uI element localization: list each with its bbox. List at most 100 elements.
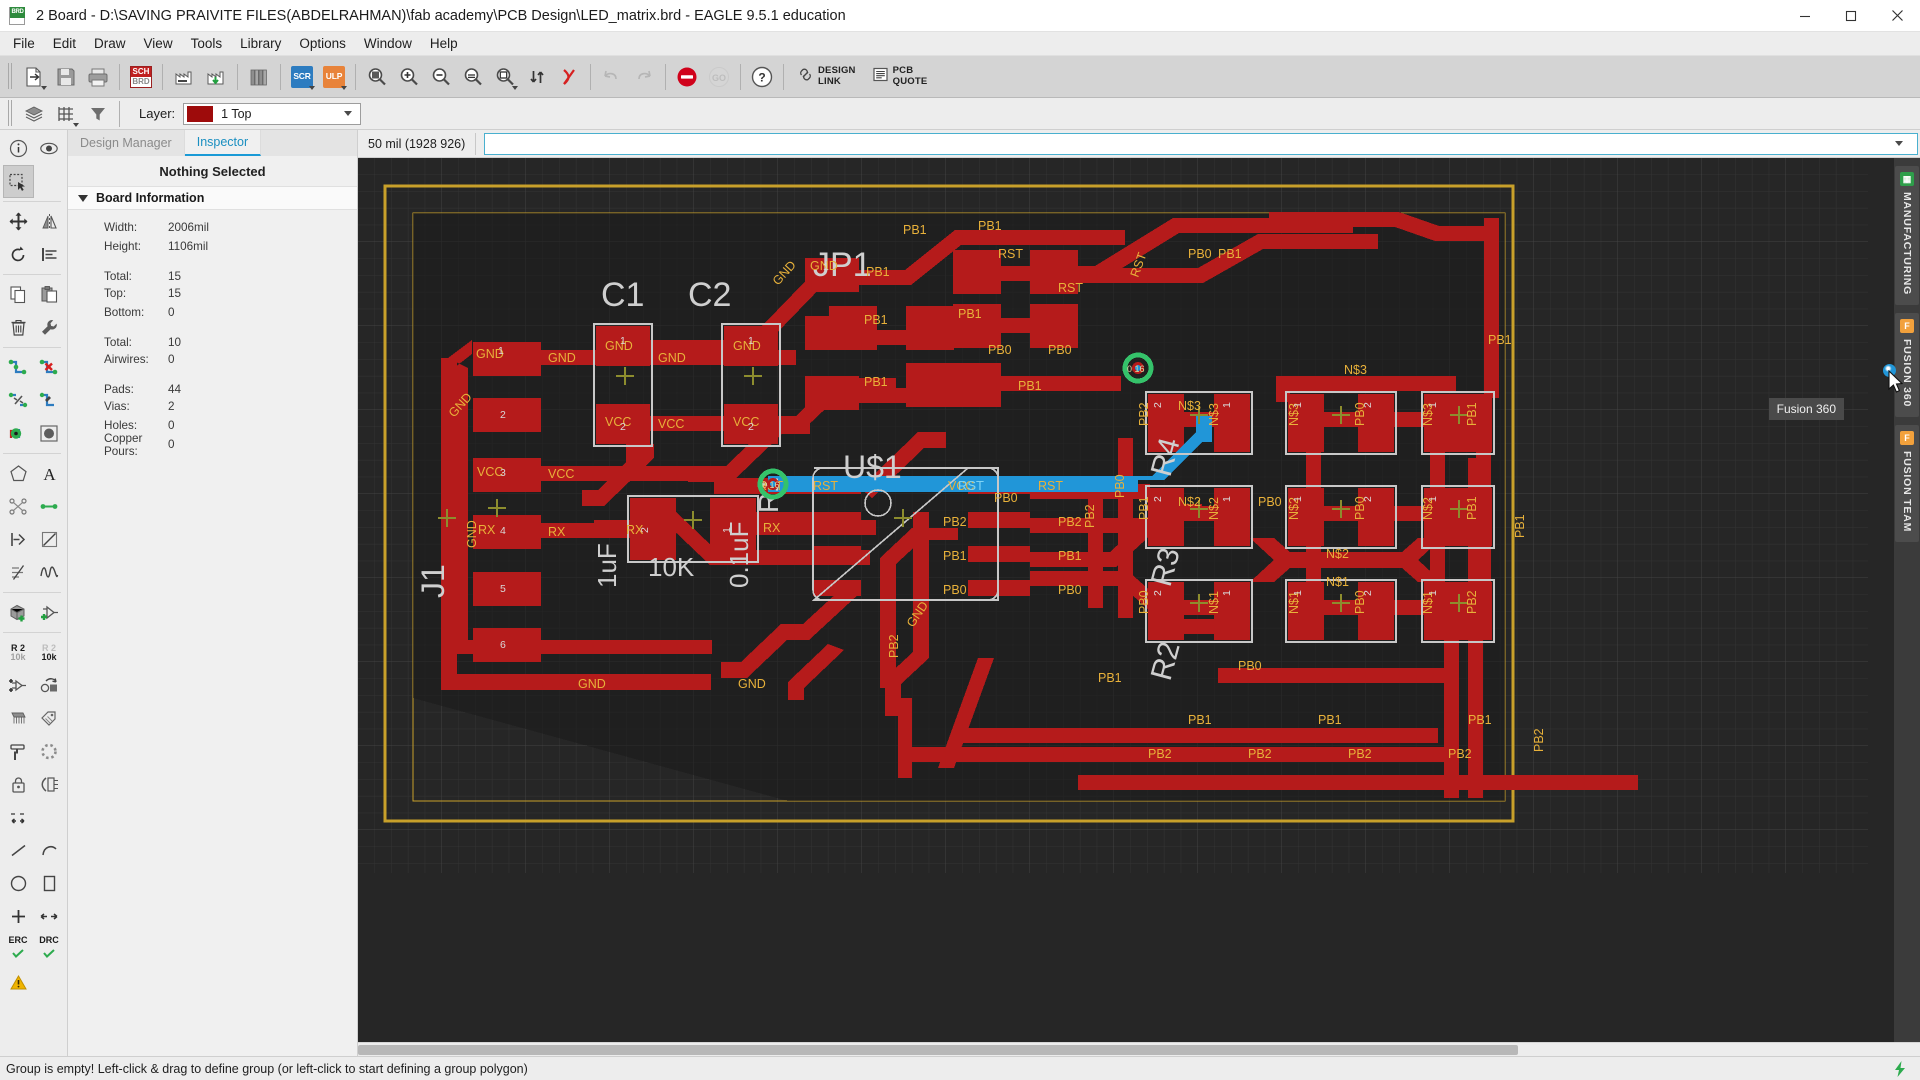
tab-design-manager[interactable]: Design Manager xyxy=(68,130,185,156)
smash-tool[interactable] xyxy=(3,801,34,834)
stop-button[interactable] xyxy=(672,62,702,92)
scrollbar-thumb[interactable] xyxy=(358,1045,1518,1055)
stop-ratsnest-button[interactable] xyxy=(554,62,584,92)
tab-inspector[interactable]: Inspector xyxy=(184,130,262,156)
curve-tool[interactable] xyxy=(34,834,65,867)
menu-view[interactable]: View xyxy=(135,33,182,54)
copy-tool[interactable] xyxy=(3,278,34,311)
menu-options[interactable]: Options xyxy=(290,33,355,54)
horizontal-scrollbar[interactable] xyxy=(358,1042,1920,1056)
toolbar-grip[interactable] xyxy=(6,62,14,91)
redraw-button[interactable] xyxy=(522,62,552,92)
close-icon[interactable] xyxy=(1874,0,1920,32)
add-part-tool[interactable] xyxy=(3,596,34,629)
text-tool[interactable]: A xyxy=(34,457,65,490)
layer-select[interactable]: 1 Top xyxy=(183,102,362,125)
miter-tool[interactable] xyxy=(34,384,65,417)
group-tool[interactable] xyxy=(2,165,34,198)
run-script-button[interactable]: SCR xyxy=(287,62,317,92)
zoom-select-button[interactable] xyxy=(458,62,488,92)
ripup-tool[interactable] xyxy=(34,351,65,384)
rail-tab-fusion-360[interactable]: F FUSION 360 xyxy=(1895,313,1919,418)
open-file-button[interactable] xyxy=(19,62,49,92)
maximize-icon[interactable] xyxy=(1828,0,1874,32)
menu-draw[interactable]: Draw xyxy=(85,33,135,54)
mirror-tool[interactable] xyxy=(34,205,65,238)
via-tool[interactable] xyxy=(3,417,34,450)
update-tool[interactable] xyxy=(34,669,65,702)
info-tool[interactable] xyxy=(3,132,34,165)
layerbar-grip[interactable] xyxy=(6,99,14,128)
menu-file[interactable]: File xyxy=(4,33,44,54)
run-ulp-button[interactable]: ULP xyxy=(319,62,349,92)
move-tool[interactable] xyxy=(3,205,34,238)
go-button[interactable]: GO xyxy=(704,62,734,92)
minimize-icon[interactable] xyxy=(1782,0,1828,32)
arc-tool[interactable] xyxy=(34,523,65,556)
line-tool[interactable] xyxy=(3,834,34,867)
polygon-tool[interactable] xyxy=(3,457,34,490)
design-link-button[interactable]: DESIGN LINK xyxy=(790,60,863,94)
attribute-tool[interactable] xyxy=(34,702,65,735)
zoom-region-button[interactable] xyxy=(490,62,520,92)
paste-tool[interactable] xyxy=(34,278,65,311)
rail-tab-fusion-team[interactable]: F FUSION TEAM xyxy=(1895,425,1919,543)
circle-tool[interactable] xyxy=(3,867,34,900)
help-button[interactable]: ? xyxy=(747,62,777,92)
dimension-tool[interactable] xyxy=(3,556,34,589)
save-button[interactable] xyxy=(51,62,81,92)
pinswap-tool[interactable] xyxy=(34,768,65,801)
change-tool[interactable] xyxy=(34,311,65,344)
library-books-icon[interactable] xyxy=(244,62,274,92)
menu-tools[interactable]: Tools xyxy=(182,33,232,54)
lock-tool[interactable] xyxy=(3,768,34,801)
undo-button[interactable] xyxy=(597,62,627,92)
align-tool[interactable] xyxy=(34,238,65,271)
redo-button[interactable] xyxy=(629,62,659,92)
add-device-tool[interactable] xyxy=(34,596,65,629)
display-filter-button[interactable] xyxy=(83,99,113,129)
replace-tool[interactable] xyxy=(3,669,34,702)
erc-button[interactable]: ERC xyxy=(3,933,34,966)
zoom-out-button[interactable] xyxy=(426,62,456,92)
zoom-in-button[interactable] xyxy=(394,62,424,92)
cam-factory-download-icon[interactable] xyxy=(201,62,231,92)
paint-tool[interactable] xyxy=(3,735,34,768)
menu-edit[interactable]: Edit xyxy=(44,33,85,54)
optimize-tool[interactable] xyxy=(34,735,65,768)
cam-factory-icon[interactable] xyxy=(169,62,199,92)
route-tool[interactable] xyxy=(3,351,34,384)
rail-tab-manufacturing[interactable]: ▦ MANUFACTURING xyxy=(1895,166,1919,306)
split-tool[interactable] xyxy=(3,384,34,417)
layer-settings-button[interactable] xyxy=(19,99,49,129)
signal-tool[interactable] xyxy=(3,523,34,556)
board-information-section-header[interactable]: Board Information xyxy=(68,186,357,210)
rotate-tool[interactable] xyxy=(3,238,34,271)
add-cross-tool[interactable] xyxy=(3,900,34,933)
wire-tool[interactable] xyxy=(34,490,65,523)
measure-tool[interactable] xyxy=(34,900,65,933)
eye-show-icon[interactable] xyxy=(34,132,65,165)
value-tool[interactable]: R 2 10k xyxy=(3,636,34,669)
delete-tool[interactable] xyxy=(3,311,34,344)
print-button[interactable] xyxy=(83,62,113,92)
package-tool[interactable] xyxy=(3,702,34,735)
menu-library[interactable]: Library xyxy=(231,33,290,54)
meander-tool[interactable] xyxy=(34,556,65,589)
pcb-quote-button[interactable]: PCB QUOTE xyxy=(865,60,935,94)
ratsnest-tool[interactable] xyxy=(3,490,34,523)
rect-tool[interactable] xyxy=(34,867,65,900)
warning-tool[interactable] xyxy=(3,966,34,999)
menu-window[interactable]: Window xyxy=(355,33,421,54)
drc-button[interactable]: DRC xyxy=(34,933,65,966)
switch-to-schematic-button[interactable]: SCH BRD xyxy=(126,62,156,92)
hole-tool[interactable] xyxy=(34,417,65,450)
design-link-line2: LINK xyxy=(818,75,841,87)
pcb-canvas[interactable]: C1 C2 JP1 U$1 1uF 0.1uF 10K R4 R3 R2 R1 … xyxy=(358,158,1894,1042)
command-input[interactable] xyxy=(484,132,1918,155)
chevron-down-icon[interactable] xyxy=(1895,141,1903,146)
menu-help[interactable]: Help xyxy=(421,33,467,54)
name-tool[interactable]: R 2 10k xyxy=(34,636,65,669)
grid-settings-button[interactable] xyxy=(51,99,81,129)
zoom-fit-button[interactable] xyxy=(362,62,392,92)
